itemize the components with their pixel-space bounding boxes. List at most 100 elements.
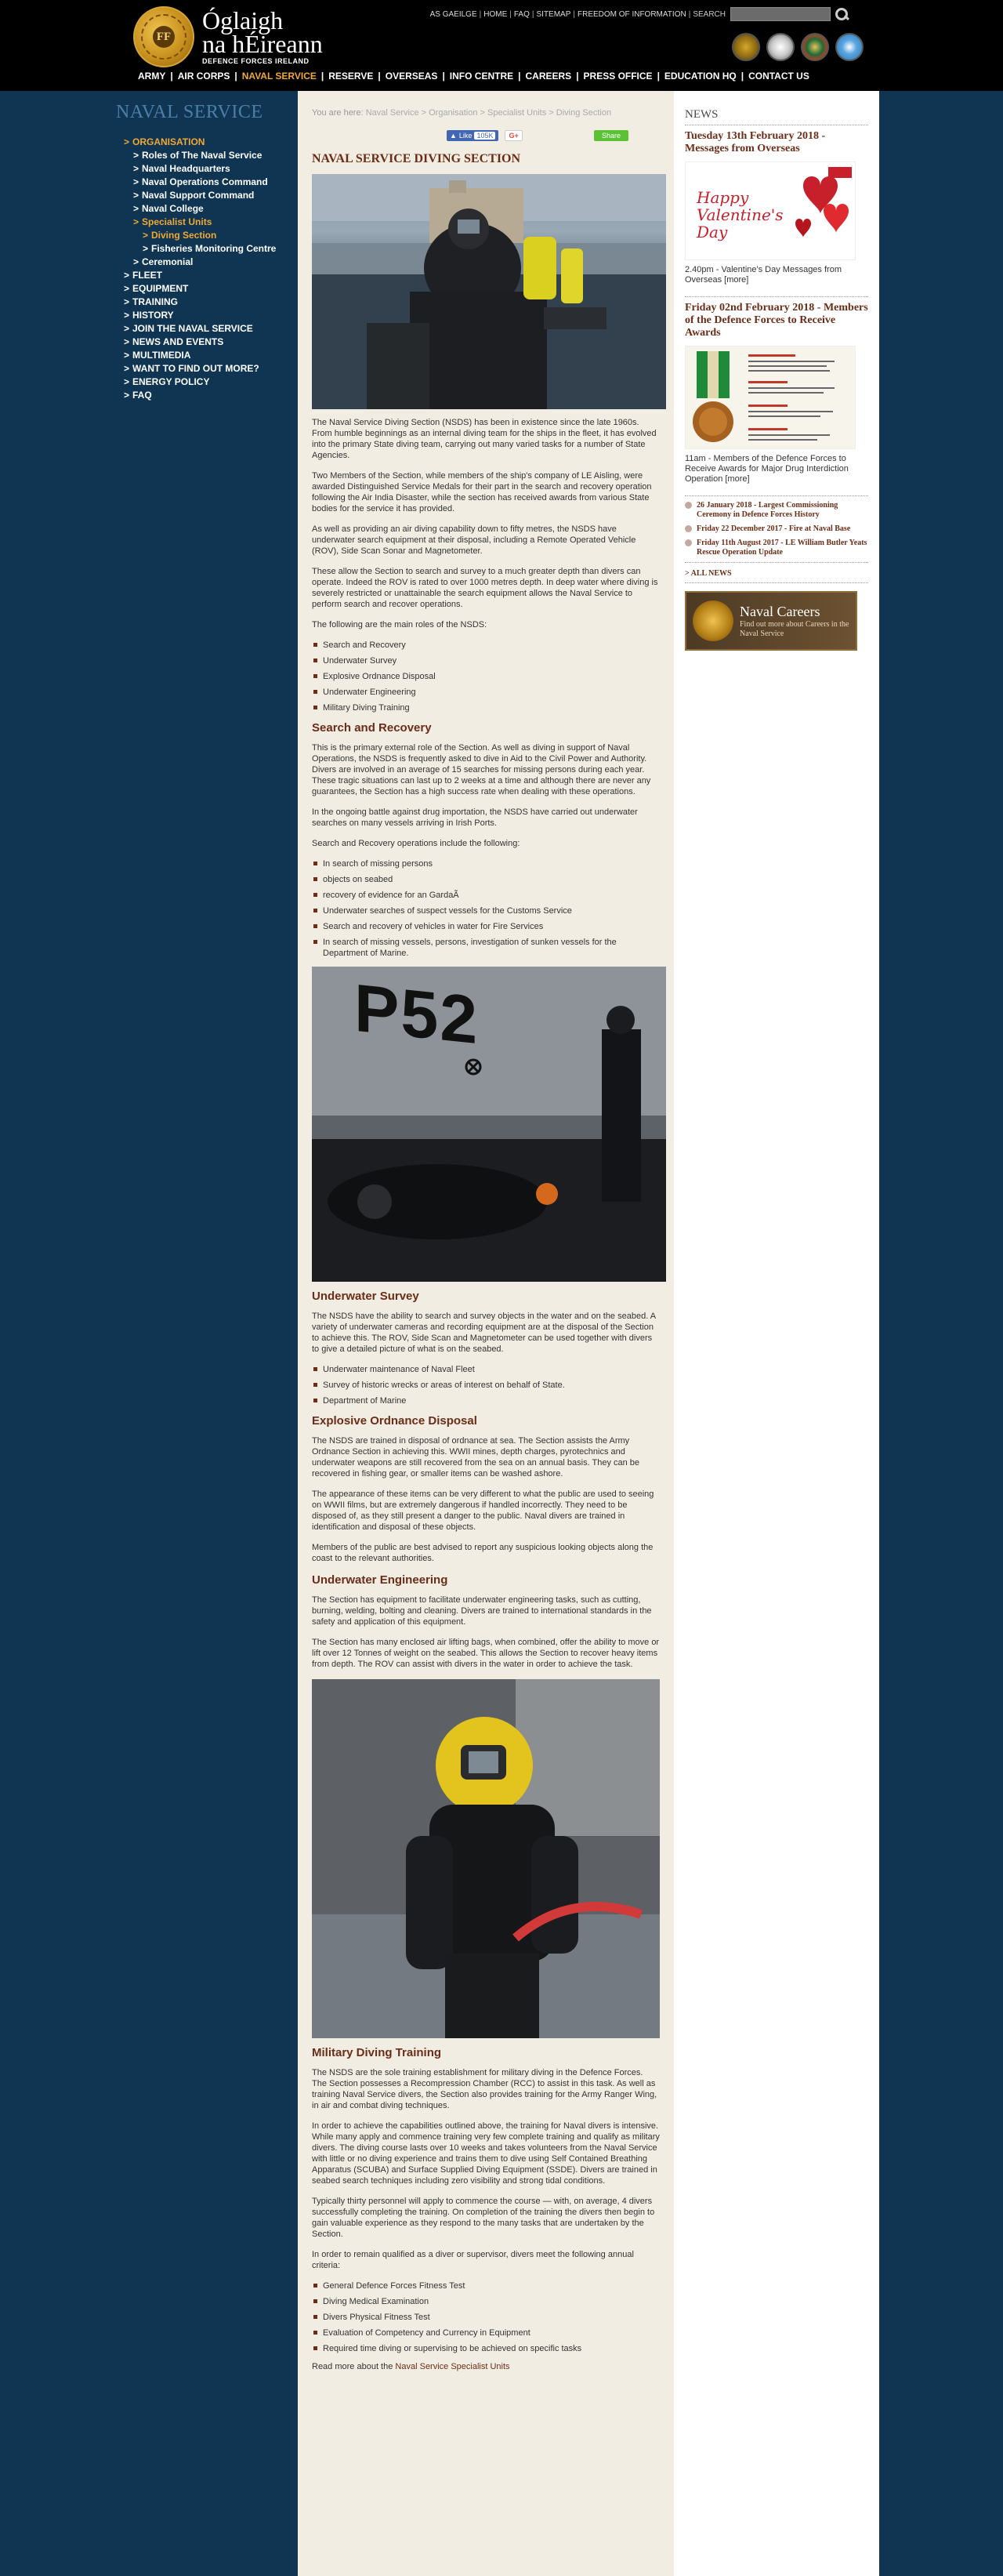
news-list: 26 January 2018 - Largest Commissioning … [685, 501, 868, 557]
sidebar-item-diving-section[interactable]: > Diving Section [143, 229, 298, 242]
specialist-units-link[interactable]: Naval Service Specialist Units [395, 2362, 509, 2371]
read-more-prefix: Read more about the [312, 2362, 393, 2371]
news-item-2-more-link[interactable]: [more] [725, 474, 749, 484]
nav-overseas[interactable]: OVERSEAS [381, 71, 443, 82]
chevron-right-icon: > [124, 350, 130, 361]
list-item: recovery of evidence for an GardaÃ [312, 890, 660, 901]
divider [685, 495, 868, 496]
heading-search-recovery: Search and Recovery [312, 721, 432, 735]
sidebar-item-energy-policy[interactable]: > ENERGY POLICY [124, 376, 298, 389]
news-list-item[interactable]: Friday 11th August 2017 - LE William But… [685, 539, 868, 557]
util-link-home[interactable]: HOME [483, 10, 507, 19]
training-para-3: Typically thirty personnel will apply to… [312, 2197, 655, 2239]
sidebar-item-training[interactable]: > TRAINING [124, 296, 298, 309]
army-badge-icon[interactable] [732, 33, 760, 61]
facebook-like-button[interactable]: ▲ Like 105K [447, 130, 499, 141]
nav-education-hq[interactable]: EDUCATION HQ [660, 71, 741, 82]
sidebar-item-want-to-find-out-more[interactable]: > WANT TO FIND OUT MORE? [124, 362, 298, 376]
list-item: Underwater maintenance of Naval Fleet [312, 1364, 660, 1375]
medals-news-image[interactable] [685, 346, 856, 449]
sidebar-item-label: Specialist Units [142, 216, 212, 227]
sidebar-item-roles-of-the-naval-service[interactable]: > Roles of The Naval Service [133, 149, 298, 162]
google-plus-button[interactable]: G+ [505, 130, 523, 141]
news-list-item[interactable]: 26 January 2018 - Largest Commissioning … [685, 501, 868, 520]
sidebar-item-organisation[interactable]: > ORGANISATION [124, 136, 298, 149]
chevron-right-icon: > [133, 203, 139, 214]
sidebar-item-label: ENERGY POLICY [132, 376, 210, 387]
naval-service-badge-icon[interactable] [801, 33, 829, 61]
criteria-list: General Defence Forces Fitness Test Divi… [312, 2280, 660, 2354]
util-link-sitemap[interactable]: SITEMAP [536, 10, 570, 19]
air-corps-badge-icon[interactable] [766, 33, 795, 61]
branch-badges [732, 33, 864, 61]
chevron-right-icon: > [124, 363, 130, 374]
breadcrumb: You are here: Naval Service > Organisati… [312, 108, 660, 118]
sidebar-item-join-the-naval-service[interactable]: > JOIN THE NAVAL SERVICE [124, 322, 298, 336]
nav-contact-us[interactable]: CONTACT US [744, 71, 814, 82]
sidebar-item-label: WANT TO FIND OUT MORE? [132, 363, 259, 374]
engineering-para-1: The Section has equipment to facilitate … [312, 1595, 652, 1627]
engineering-para-2: The Section has many enclosed air liftin… [312, 1638, 660, 1669]
thumbs-up-icon: ▲ [450, 132, 457, 140]
sidebar-item-news-and-events[interactable]: > NEWS AND EVENTS [124, 336, 298, 349]
sidebar-item-label: Fisheries Monitoring Centre [151, 243, 277, 254]
news-item-2-title[interactable]: Friday 02nd February 2018 - Members of t… [685, 302, 868, 339]
search-input[interactable] [730, 7, 831, 21]
un-badge-icon[interactable] [835, 33, 864, 61]
site-logo[interactable]: FF Óglaigh na hÉireann DEFENCE FORCES IR… [133, 6, 323, 67]
intro-para-2: Two Members of the Section, while member… [312, 471, 652, 513]
sidebar-item-faq[interactable]: > FAQ [124, 389, 298, 402]
sidebar-nav: > ORGANISATION > Roles of The Naval Service… [118, 136, 298, 402]
sidebar-item-naval-headquarters[interactable]: > Naval Headquarters [133, 162, 298, 176]
helmet-diver-photo [312, 1679, 660, 2038]
training-para-2: In order to achieve the capabilities out… [312, 2121, 660, 2186]
nav-press-office[interactable]: PRESS OFFICE [579, 71, 657, 82]
list-item: In search of missing vessels, persons, i… [312, 937, 660, 959]
sidebar-item-multimedia[interactable]: > MULTIMEDIA [124, 349, 298, 362]
heading-eod: Explosive Ordnance Disposal [312, 1414, 477, 1428]
heading-underwater-engineering: Underwater Engineering [312, 1573, 448, 1587]
news-item-1-more-link[interactable]: [more] [724, 275, 748, 285]
sidebar-item-naval-college[interactable]: > Naval College [133, 202, 298, 216]
news-list-item[interactable]: Friday 22 December 2017 - Fire at Naval … [685, 524, 868, 534]
sidebar-item-fleet[interactable]: > FLEET [124, 269, 298, 282]
bullet-dot-icon [685, 525, 692, 532]
sidebar-item-equipment[interactable]: > EQUIPMENT [124, 282, 298, 296]
defence-forces-crest-icon: FF [133, 6, 194, 67]
valentine-news-image[interactable]: Happy Valentine's Day [685, 161, 856, 260]
all-news-link[interactable]: > ALL NEWS [685, 569, 868, 578]
util-link-foi[interactable]: FREEDOM OF INFORMATION [578, 10, 686, 19]
util-link-faq[interactable]: FAQ [514, 10, 530, 19]
search-icon[interactable] [834, 6, 849, 22]
sidebar-item-label: FLEET [132, 270, 162, 281]
sidebar-item-fisheries-monitoring-centre[interactable]: > Fisheries Monitoring Centre [143, 242, 298, 256]
chevron-right-icon: > [124, 136, 130, 147]
sidebar-item-ceremonial[interactable]: > Ceremonial [133, 256, 298, 269]
nav-reserve[interactable]: RESERVE [324, 71, 378, 82]
share-button[interactable]: Share [593, 130, 628, 141]
nav-info-centre[interactable]: INFO CENTRE [445, 71, 518, 82]
sidebar-item-label: EQUIPMENT [132, 283, 189, 294]
nav-naval-service[interactable]: NAVAL SERVICE [237, 71, 321, 82]
sidebar-item-label: Diving Section [151, 230, 217, 241]
sidebar-item-label: Naval Headquarters [142, 163, 230, 174]
news-item-1-title[interactable]: Tuesday 13th February 2018 - Messages fr… [685, 130, 868, 155]
eod-para-3: Members of the public are best advised t… [312, 1543, 654, 1563]
utility-nav: AS GAEILGE | HOME | FAQ | SITEMAP | FREEDOM … [430, 6, 849, 22]
sidebar-item-naval-operations-command[interactable]: > Naval Operations Command [133, 176, 298, 189]
chevron-right-icon: > [124, 336, 130, 347]
breadcrumb-path[interactable]: Naval Service > Organisation > Specialis… [366, 108, 611, 118]
util-link-gaeilge[interactable]: AS GAEILGE [430, 10, 477, 19]
news-list-item-label: Friday 22 December 2017 - Fire at Naval … [697, 524, 851, 533]
training-para-4: In order to remain qualified as a diver … [312, 2250, 634, 2270]
nav-army[interactable]: ARMY [133, 71, 170, 82]
nav-air-corps[interactable]: AIR CORPS [173, 71, 235, 82]
news-list-item-label: 26 January 2018 - Largest Commissioning … [697, 501, 838, 519]
sidebar-item-specialist-units[interactable]: > Specialist Units [133, 216, 298, 229]
sidebar-item-naval-support-command[interactable]: > Naval Support Command [133, 189, 298, 202]
survey-list: Underwater maintenance of Naval Fleet Su… [312, 1364, 660, 1406]
naval-careers-banner[interactable]: Naval Careers Find out more about Career… [685, 591, 857, 651]
sidebar-item-history[interactable]: > HISTORY [124, 309, 298, 322]
list-item: Required time diving or supervising to b… [312, 2343, 660, 2354]
nav-careers[interactable]: CAREERS [521, 71, 577, 82]
